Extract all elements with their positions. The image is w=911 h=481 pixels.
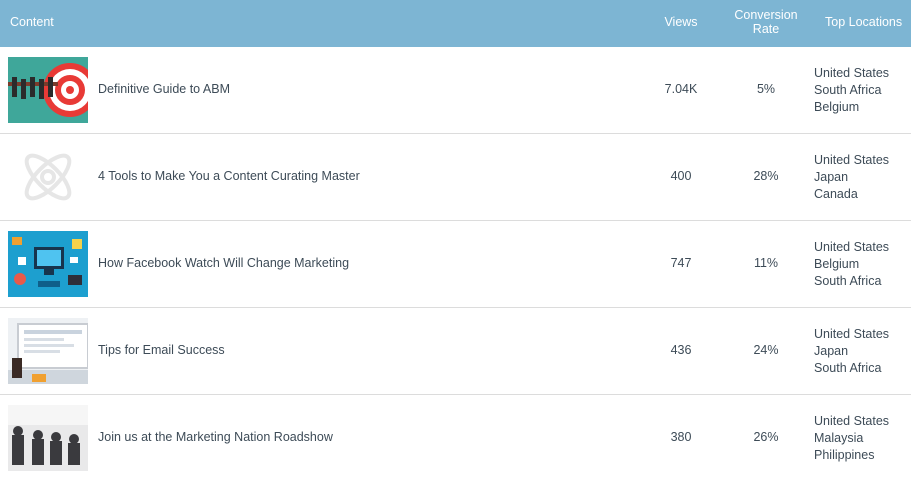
table-row[interactable]: How Facebook Watch Will Change Marketing… — [0, 221, 911, 308]
location-item: Japan — [814, 170, 849, 184]
header-content[interactable]: Content — [10, 15, 54, 29]
top-locations-list: United States Japan Canada — [814, 152, 889, 203]
content-table: Content Views Conversion Rate Top Locati… — [0, 0, 911, 481]
header-conversion-line1: Conversion — [734, 8, 798, 22]
location-item: United States — [814, 66, 890, 80]
location-item: Japan — [814, 344, 849, 358]
location-item: South Africa — [814, 274, 882, 288]
target-people-thumbnail[interactable] — [8, 57, 88, 123]
header-top-locations[interactable]: Top Locations — [825, 15, 902, 29]
views-value: 436 — [670, 343, 692, 357]
location-item: Philippines — [814, 448, 875, 462]
location-item: South Africa — [814, 83, 882, 97]
table-row[interactable]: 4 Tools to Make You a Content Curating M… — [0, 134, 911, 221]
conversion-rate-value: 11% — [753, 256, 779, 270]
atom-placeholder-icon[interactable] — [8, 144, 88, 210]
top-locations-list: United States Malaysia Philippines — [814, 413, 889, 464]
content-title-link[interactable]: Definitive Guide to ABM — [98, 82, 230, 96]
content-title-link[interactable]: Join us at the Marketing Nation Roadshow — [98, 430, 333, 444]
top-locations-list: United States South Africa Belgium — [814, 65, 889, 116]
marketing-icons-thumbnail[interactable] — [8, 231, 88, 297]
location-item: Belgium — [814, 100, 860, 114]
views-value: 7.04K — [664, 82, 698, 96]
content-title-link[interactable]: Tips for Email Success — [98, 343, 225, 357]
header-conversion-line2: Rate — [752, 22, 780, 36]
header-conversion-rate[interactable]: Conversion Rate — [726, 8, 806, 36]
computer-desk-thumbnail[interactable] — [8, 318, 88, 384]
conversion-rate-value: 28% — [753, 169, 779, 183]
views-value: 400 — [670, 169, 692, 183]
conversion-rate-value: 5% — [756, 82, 776, 96]
content-title-link[interactable]: 4 Tools to Make You a Content Curating M… — [98, 169, 360, 183]
location-item: United States — [814, 327, 890, 341]
top-locations-list: United States Japan South Africa — [814, 326, 889, 377]
location-item: Malaysia — [814, 431, 864, 445]
conversion-rate-value: 24% — [753, 343, 779, 357]
location-item: South Africa — [814, 361, 882, 375]
table-header: Content Views Conversion Rate Top Locati… — [0, 0, 911, 47]
audience-photo-thumbnail[interactable] — [8, 405, 88, 471]
views-value: 380 — [670, 430, 692, 444]
conversion-rate-value: 26% — [753, 430, 779, 444]
location-item: Canada — [814, 187, 858, 201]
header-views[interactable]: Views — [640, 15, 722, 29]
table-row[interactable]: Tips for Email Success 436 24% United St… — [0, 308, 911, 395]
location-item: United States — [814, 414, 890, 428]
table-row[interactable]: Definitive Guide to ABM 7.04K 5% United … — [0, 47, 911, 134]
location-item: United States — [814, 240, 890, 254]
table-row[interactable]: Join us at the Marketing Nation Roadshow… — [0, 395, 911, 481]
location-item: United States — [814, 153, 890, 167]
views-value: 747 — [670, 256, 692, 270]
location-item: Belgium — [814, 257, 860, 271]
top-locations-list: United States Belgium South Africa — [814, 239, 889, 290]
content-title-link[interactable]: How Facebook Watch Will Change Marketing — [98, 256, 349, 270]
